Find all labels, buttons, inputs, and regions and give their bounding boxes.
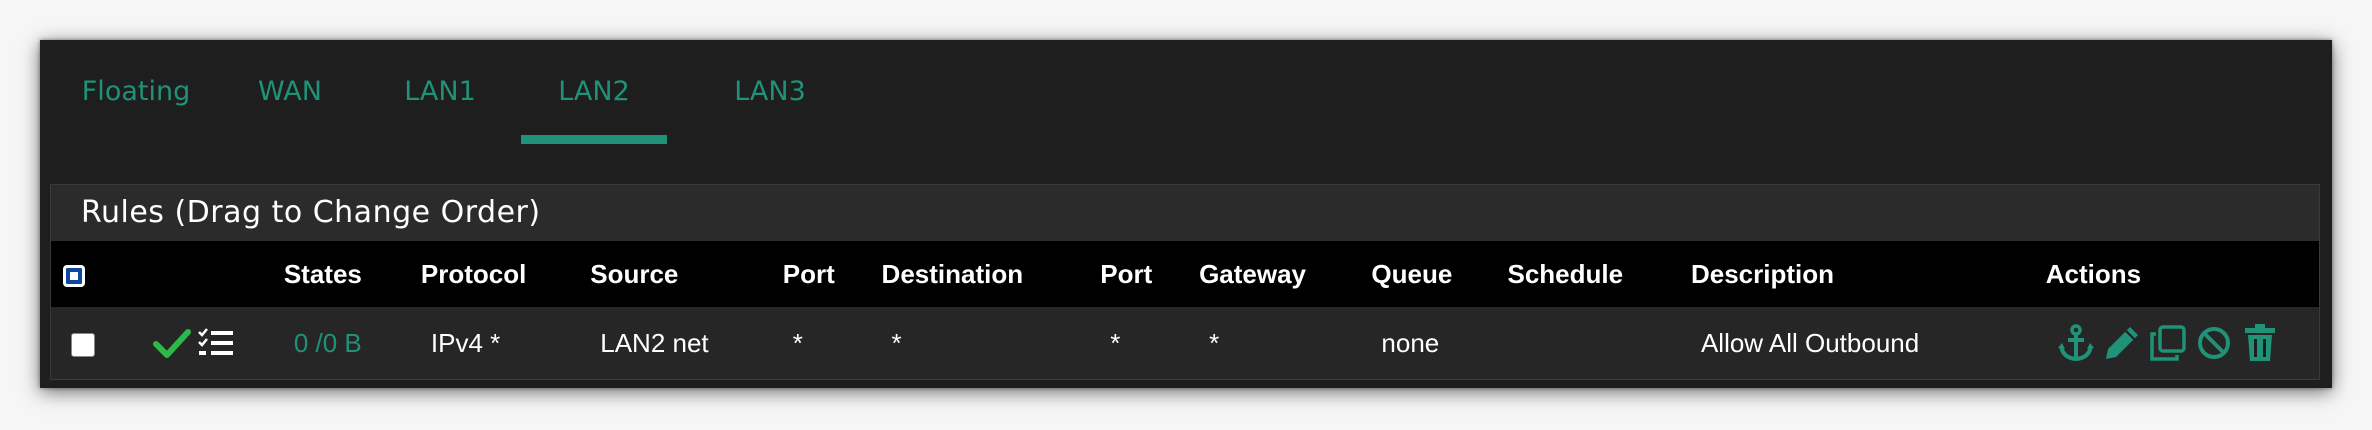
- firewall-rules-window: Floating WAN LAN1 LAN2 LAN3 Rules (Drag …: [40, 40, 2332, 388]
- list-icon[interactable]: [197, 327, 235, 359]
- header-port: Port: [782, 258, 835, 289]
- select-all-cell: [51, 241, 111, 307]
- rules-table: States Protocol Source Port Destination …: [51, 241, 2319, 379]
- header-schedule: Schedule: [1507, 258, 1624, 289]
- trash-icon[interactable]: [2240, 323, 2280, 363]
- source-value: LAN2 net: [600, 327, 709, 358]
- cell-port-destination: *: [1100, 307, 1199, 379]
- header-port-destination: Port: [1100, 258, 1153, 289]
- cell-port: *: [783, 307, 882, 379]
- tab-lan2[interactable]: LAN2: [521, 40, 667, 144]
- copy-icon[interactable]: [2148, 323, 2188, 363]
- tab-lan3[interactable]: LAN3: [700, 40, 840, 144]
- tab-lan1[interactable]: LAN1: [392, 40, 488, 144]
- queue-value: none: [1381, 327, 1440, 358]
- cell-states[interactable]: 0 /0 B: [284, 307, 421, 379]
- header-actions: Actions: [2045, 258, 2142, 289]
- protocol-value: IPv4 *: [430, 327, 501, 358]
- tab-floating[interactable]: Floating: [62, 40, 210, 144]
- select-all-checkbox[interactable]: [63, 264, 85, 287]
- anchor-icon[interactable]: [2056, 323, 2096, 363]
- table-row[interactable]: 0 /0 B IPv4 * LAN2 net * * * * none Allo…: [51, 307, 2319, 379]
- header-source: Source: [590, 258, 679, 289]
- gateway-value: *: [1209, 327, 1220, 358]
- cell-queue: none: [1371, 307, 1507, 379]
- table-header-row: States Protocol Source Port Destination …: [51, 241, 2319, 307]
- cell-actions: [2046, 307, 2319, 379]
- cell-schedule: [1508, 307, 1691, 379]
- header-queue: Queue: [1371, 258, 1453, 289]
- status-header: [111, 241, 283, 307]
- header-description: Description: [1690, 258, 1834, 289]
- status-cell: [111, 307, 283, 379]
- cell-gateway: *: [1199, 307, 1371, 379]
- states-value[interactable]: 0 /0 B: [284, 328, 362, 358]
- schedule-value: [1508, 328, 1518, 358]
- header-destination: Destination: [881, 258, 1024, 289]
- port-value: *: [792, 327, 803, 358]
- header-gateway: Gateway: [1199, 258, 1307, 289]
- header-states: States: [283, 258, 362, 289]
- check-icon[interactable]: [153, 327, 192, 359]
- description-value: Allow All Outbound: [1700, 327, 1920, 358]
- cell-source: LAN2 net: [590, 307, 783, 379]
- cell-protocol: IPv4 *: [421, 307, 590, 379]
- pencil-icon[interactable]: [2102, 323, 2142, 363]
- row-checkbox[interactable]: [71, 332, 95, 357]
- header-protocol: Protocol: [420, 258, 527, 289]
- tab-wan[interactable]: WAN: [250, 40, 330, 144]
- panel-heading: Rules (Drag to Change Order): [51, 185, 2319, 241]
- cell-destination: *: [882, 307, 1101, 379]
- interface-tabs: Floating WAN LAN1 LAN2 LAN3: [40, 40, 2332, 144]
- cell-description: Allow All Outbound: [1691, 307, 2046, 379]
- disable-icon[interactable]: [2194, 323, 2234, 363]
- row-select-cell: [51, 307, 111, 379]
- port-destination-value: *: [1110, 327, 1121, 358]
- rules-panel: Rules (Drag to Change Order) States Prot…: [50, 184, 2320, 380]
- destination-value: *: [891, 327, 902, 358]
